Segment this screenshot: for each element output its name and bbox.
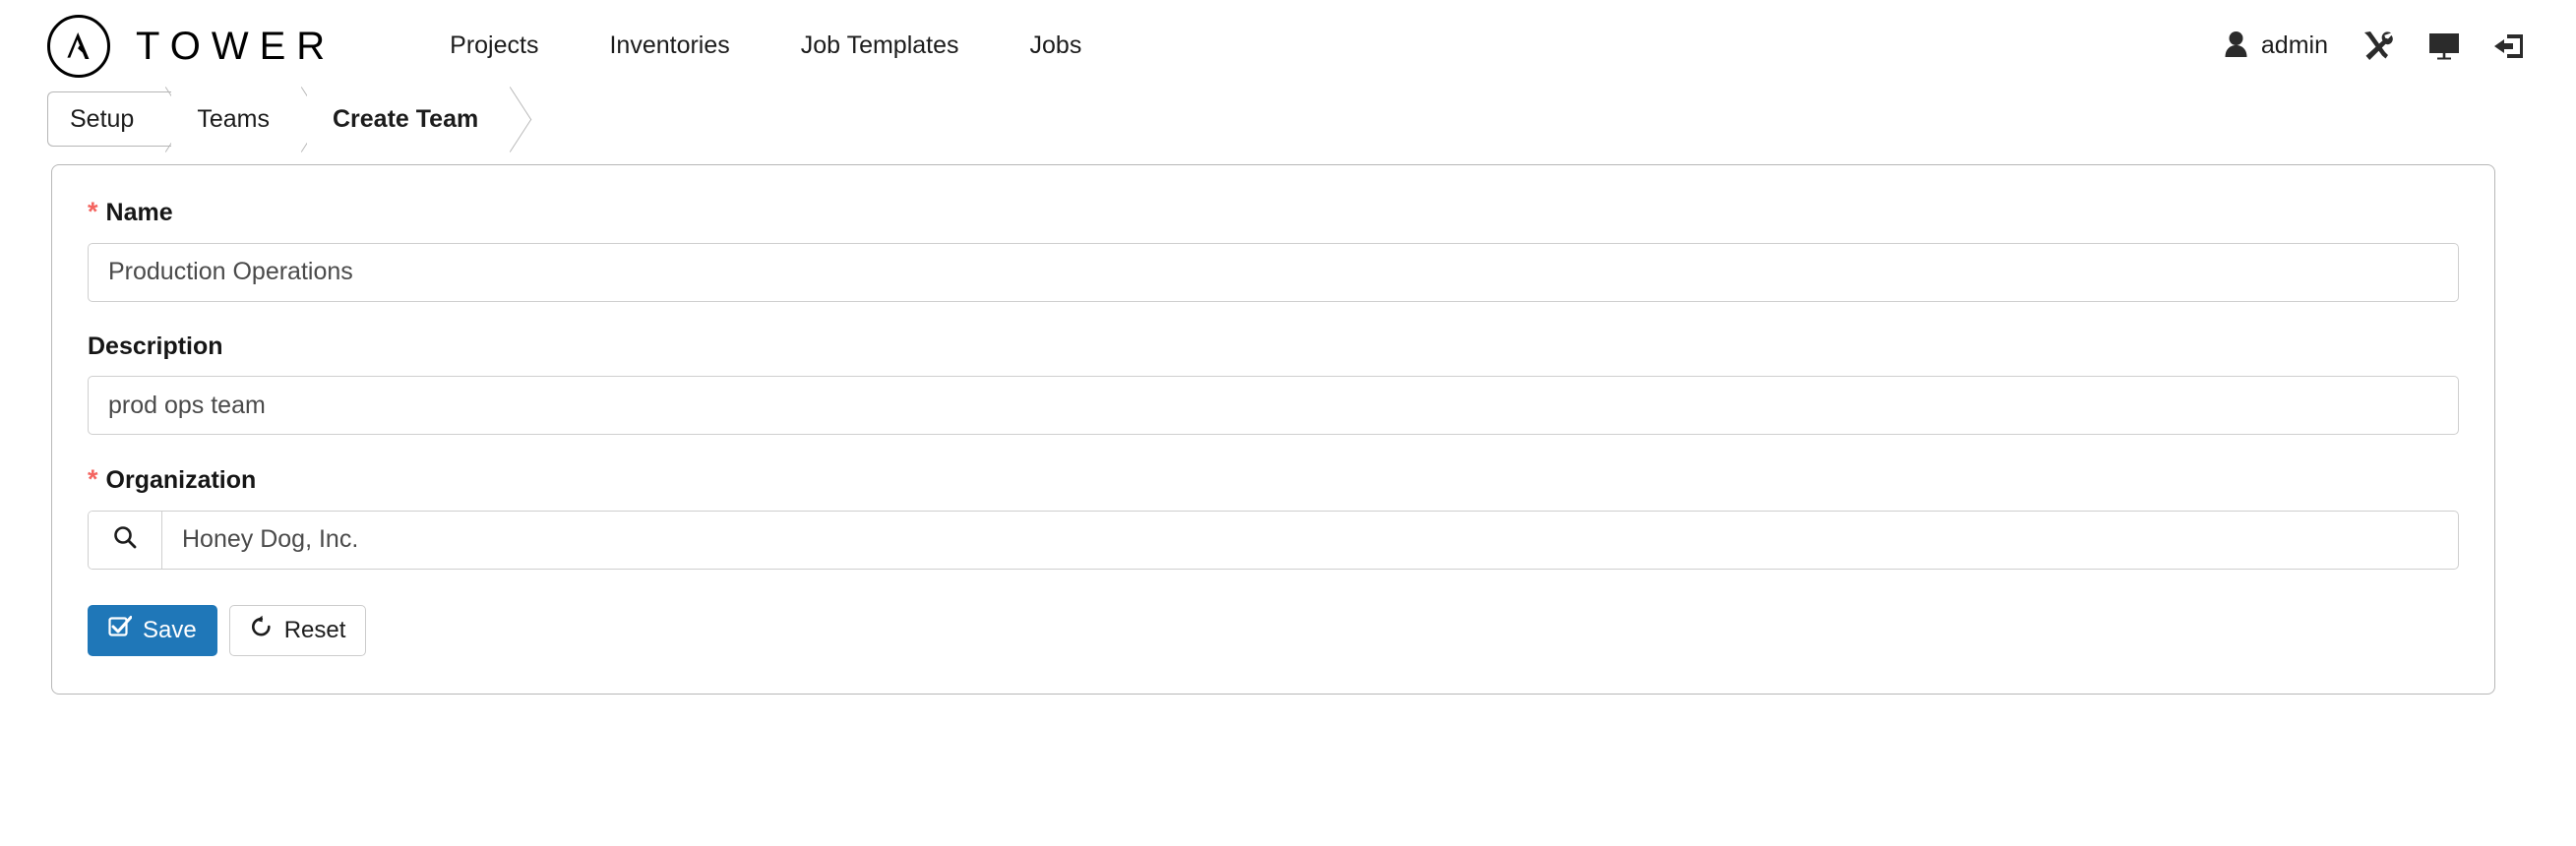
breadcrumb-item-create-team: Create Team — [306, 91, 517, 147]
nav-projects[interactable]: Projects — [414, 31, 574, 60]
breadcrumb-end-cap — [516, 91, 545, 147]
nav-inventories[interactable]: Inventories — [574, 31, 765, 60]
description-label-text: Description — [88, 332, 223, 360]
description-input[interactable] — [88, 376, 2459, 435]
required-marker: * — [88, 197, 98, 226]
undo-arrow-icon — [250, 615, 274, 645]
brand-logo[interactable]: TOWER — [47, 14, 337, 78]
nav-jobs[interactable]: Jobs — [995, 31, 1118, 60]
reset-button-label: Reset — [283, 616, 346, 643]
field-organization: * Organization — [88, 466, 2459, 570]
ansible-logo-icon — [47, 14, 110, 78]
user-icon — [2224, 30, 2248, 62]
create-team-form-card: * Name Description * Organization — [51, 164, 2495, 695]
form-actions: Save Reset — [88, 604, 2459, 656]
brand-wordmark: TOWER — [136, 24, 337, 68]
organization-label-text: Organization — [105, 466, 257, 494]
organization-lookup — [88, 510, 2459, 570]
field-description: Description — [88, 332, 2459, 435]
breadcrumb-item-setup[interactable]: Setup — [47, 91, 172, 147]
required-marker: * — [88, 464, 98, 494]
nav-job-templates[interactable]: Job Templates — [766, 31, 995, 60]
monitor-icon[interactable] — [2428, 32, 2460, 60]
breadcrumb: Setup Teams Create Team — [47, 91, 2576, 147]
search-icon — [112, 524, 138, 555]
field-name: * Name — [88, 199, 2459, 302]
save-button[interactable]: Save — [88, 604, 217, 656]
name-input[interactable] — [88, 242, 2459, 302]
user-navigation: admin — [2224, 30, 2525, 62]
save-button-label: Save — [143, 616, 197, 643]
wrench-screwdriver-icon[interactable] — [2361, 30, 2395, 62]
user-name-label: admin — [2260, 31, 2328, 59]
breadcrumb-item-teams[interactable]: Teams — [171, 91, 307, 147]
current-user[interactable]: admin — [2224, 30, 2328, 62]
logout-icon[interactable] — [2493, 32, 2525, 60]
organization-label: * Organization — [88, 466, 2459, 495]
name-label-text: Name — [105, 199, 173, 226]
reset-button[interactable]: Reset — [228, 604, 367, 656]
main-nav: Projects Inventories Job Templates Jobs — [414, 31, 1117, 60]
check-square-icon — [108, 615, 133, 645]
organization-search-button[interactable] — [89, 511, 162, 569]
organization-input[interactable] — [162, 511, 2458, 569]
description-label: Description — [88, 332, 2459, 361]
name-label: * Name — [88, 199, 2459, 227]
top-navigation-bar: TOWER Projects Inventories Job Templates… — [0, 0, 2576, 91]
